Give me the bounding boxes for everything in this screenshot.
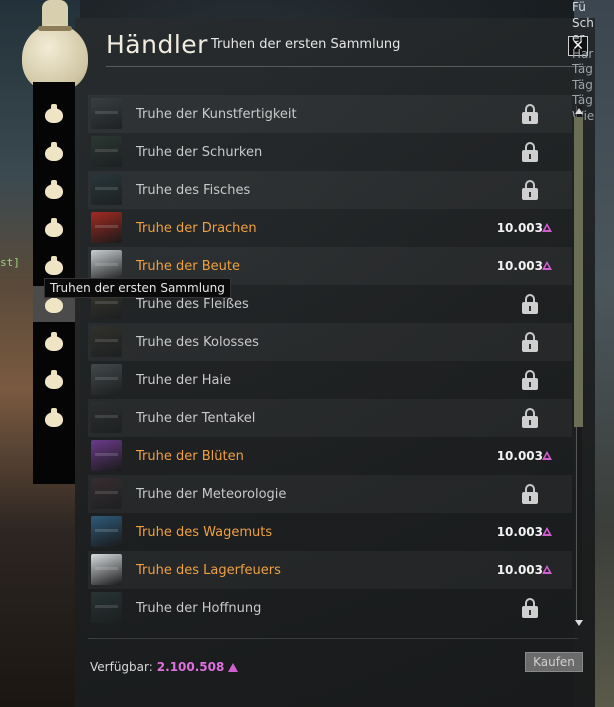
list-item[interactable]: Truhe der Kunstfertigkeit <box>88 95 572 133</box>
hud-line: Har <box>572 46 594 61</box>
karma-icon <box>542 451 552 460</box>
hud-line: Fü <box>572 0 586 14</box>
bag-icon <box>45 218 63 238</box>
item-name: Truhe der Kunstfertigkeit <box>136 106 297 122</box>
list-item[interactable]: Truhe der Blüten 10.003 <box>88 437 572 475</box>
item-name: Truhe der Hoffnung <box>136 600 262 616</box>
chest-icon <box>91 478 122 509</box>
scrollbar-thumb[interactable] <box>574 117 583 427</box>
item-name: Truhe des Wagemuts <box>136 524 273 540</box>
bag-icon <box>45 370 63 390</box>
chest-icon <box>91 212 122 243</box>
lock-icon <box>521 370 539 390</box>
chest-icon <box>91 554 122 585</box>
list-item[interactable]: Truhe der Schurken <box>88 133 572 171</box>
karma-icon <box>542 261 552 270</box>
available-amount: 2.100.508 <box>156 660 225 674</box>
item-name: Truhe des Lagerfeuers <box>136 562 281 578</box>
karma-icon <box>542 527 552 536</box>
scroll-down-icon[interactable] <box>575 620 583 626</box>
window-title: Händler <box>106 30 208 59</box>
background-chat-fragment: st] <box>0 256 20 269</box>
category-tab[interactable] <box>33 172 75 208</box>
list-item[interactable]: Truhe der Hoffnung <box>88 589 572 627</box>
chest-icon <box>91 98 122 129</box>
item-name: Truhe der Blüten <box>136 448 244 464</box>
item-name: Truhe der Meteorologie <box>136 486 287 502</box>
hud-line: Täg <box>572 77 593 92</box>
category-tab[interactable] <box>33 96 75 132</box>
chest-icon <box>91 592 122 623</box>
hud-line: er <box>572 31 585 45</box>
list-item[interactable]: Truhe des Lagerfeuers 10.003 <box>88 551 572 589</box>
bag-icon <box>45 104 63 124</box>
money-bag-logo-icon <box>20 0 90 95</box>
item-name: Truhe der Schurken <box>136 144 263 160</box>
list-item[interactable]: Truhe der Drachen 10.003 <box>88 209 572 247</box>
chest-icon <box>91 516 122 547</box>
lock-icon <box>521 332 539 352</box>
list-item[interactable]: Truhe des Wagemuts 10.003 <box>88 513 572 551</box>
chest-icon <box>91 364 122 395</box>
available-label: Verfügbar: <box>90 660 153 674</box>
bag-icon <box>45 180 63 200</box>
item-name: Truhe der Tentakel <box>136 410 256 426</box>
category-tab[interactable] <box>33 400 75 436</box>
category-tab[interactable] <box>33 134 75 170</box>
bag-icon <box>45 408 63 428</box>
karma-icon <box>542 223 552 232</box>
list-item[interactable]: Truhe der Meteorologie <box>88 475 572 513</box>
item-name: Truhe der Beute <box>136 258 240 274</box>
tab-tooltip: Truhen der ersten Sammlung <box>44 278 231 298</box>
lock-icon <box>521 408 539 428</box>
lock-icon <box>521 484 539 504</box>
item-price: 10.003 <box>496 221 543 235</box>
chest-icon <box>91 440 122 471</box>
category-tab[interactable] <box>33 324 75 360</box>
bag-icon <box>45 256 63 276</box>
item-price: 10.003 <box>496 563 543 577</box>
item-name: Truhe des Fleißes <box>136 296 249 312</box>
lock-icon <box>521 142 539 162</box>
lock-icon <box>521 598 539 618</box>
category-tab[interactable] <box>33 210 75 246</box>
header-divider <box>106 66 586 67</box>
bag-icon <box>45 142 63 162</box>
item-name: Truhe der Haie <box>136 372 232 388</box>
chest-icon <box>91 174 122 205</box>
hud-line: Täg <box>572 62 593 76</box>
item-price: 10.003 <box>496 525 543 539</box>
category-tab[interactable] <box>33 362 75 398</box>
list-item[interactable]: Truhe der Haie <box>88 361 572 399</box>
item-price: 10.003 <box>496 449 543 463</box>
chest-icon <box>91 136 122 167</box>
window-subtitle: Truhen der ersten Sammlung <box>211 37 401 52</box>
karma-icon <box>542 565 552 574</box>
chest-icon <box>91 250 122 281</box>
list-item[interactable]: Truhe des Fisches <box>88 171 572 209</box>
item-name: Truhe des Kolosses <box>136 334 259 350</box>
chest-icon <box>91 402 122 433</box>
chest-icon <box>91 326 122 357</box>
scroll-up-icon[interactable] <box>575 108 583 114</box>
available-currency: Verfügbar: 2.100.508 <box>90 660 239 674</box>
list-item[interactable]: Truhe des Kolosses <box>88 323 572 361</box>
hud-line: Sch <box>572 15 594 30</box>
item-price: 10.003 <box>496 259 543 273</box>
item-list: Truhe der Kunstfertigkeit Truhe der Schur… <box>88 95 572 627</box>
item-name: Truhe der Drachen <box>136 220 257 236</box>
bag-icon <box>45 332 63 352</box>
lock-icon <box>521 180 539 200</box>
lock-icon <box>521 104 539 124</box>
footer-divider <box>88 638 578 639</box>
item-name: Truhe des Fisches <box>136 182 251 198</box>
buy-button[interactable]: Kaufen <box>525 652 583 672</box>
list-item[interactable]: Truhe der Tentakel <box>88 399 572 437</box>
lock-icon <box>521 294 539 314</box>
karma-icon <box>228 663 239 672</box>
